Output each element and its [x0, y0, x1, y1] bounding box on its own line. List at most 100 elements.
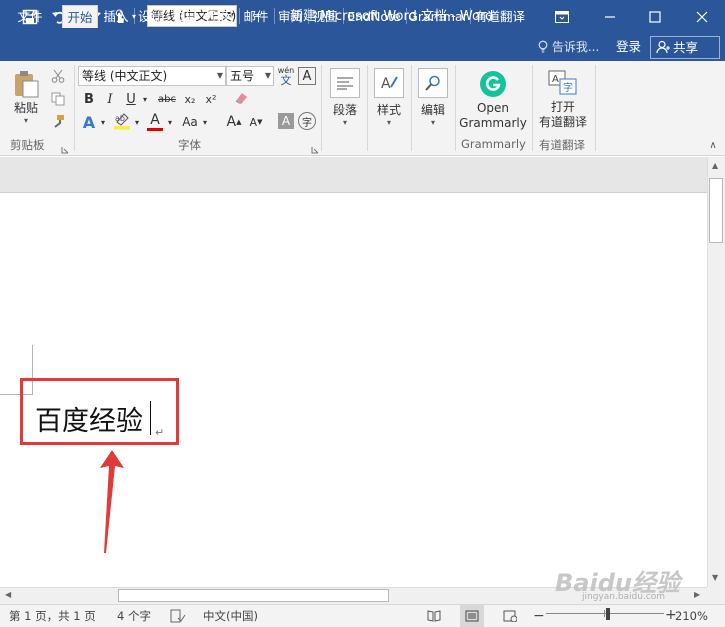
open-youdao-line1: 打开 — [550, 100, 575, 114]
character-border-button[interactable]: A — [298, 67, 316, 85]
chevron-down-icon: ▾ — [23, 116, 28, 125]
ribbon-display-options-icon[interactable] — [540, 0, 584, 33]
tab-grammarly[interactable]: Grammar — [407, 5, 469, 28]
tab-view[interactable]: 视图 — [309, 5, 341, 28]
vertical-scroll-thumb[interactable] — [709, 178, 723, 243]
open-youdao-line2: 有道翻译 — [538, 115, 587, 129]
tell-me-box[interactable]: 告诉我... — [538, 33, 599, 61]
zoom-slider-thumb[interactable] — [606, 608, 610, 620]
maximize-icon[interactable] — [633, 0, 677, 33]
zoom-slider-track[interactable] — [546, 613, 664, 614]
collapse-ribbon-icon[interactable]: ∧ — [706, 138, 720, 152]
font-color-button[interactable]: A — [145, 109, 165, 133]
font-dialog-launcher-icon[interactable] — [311, 143, 319, 154]
sign-in-link[interactable]: 登录 — [616, 33, 641, 61]
scroll-right-icon[interactable]: ▶ — [694, 591, 700, 599]
font-name-combo[interactable]: 等线 (中文正文) ▼ — [78, 66, 226, 86]
lightbulb-icon — [538, 40, 548, 53]
text-effects-letter: A — [82, 112, 96, 132]
paste-button[interactable]: 粘贴 ▾ — [10, 67, 42, 127]
superscript-button[interactable]: x² — [202, 90, 220, 108]
tab-insert[interactable]: 插入 — [100, 5, 132, 28]
character-shading-button[interactable]: A — [278, 113, 294, 129]
grammarly-icon — [480, 70, 506, 97]
ruler-area — [0, 157, 707, 193]
tab-endnote[interactable]: EndNote — [344, 5, 404, 28]
styles-icon: A — [374, 67, 404, 98]
chevron-down-icon: ▼ — [216, 71, 223, 80]
paste-label: 粘贴 — [13, 101, 38, 115]
clipboard-dialog-launcher-icon[interactable] — [61, 143, 69, 154]
text-effects-button[interactable]: A — [80, 112, 98, 132]
clipboard-group-label: 剪贴板 — [10, 138, 45, 152]
scroll-up-icon[interactable]: ▲ — [712, 162, 718, 170]
svg-text:字: 字 — [563, 81, 573, 94]
scroll-down-icon[interactable]: ▼ — [712, 574, 718, 582]
text-effects-dropdown-icon[interactable]: ▾ — [98, 112, 108, 132]
proofing-icon[interactable] — [170, 605, 188, 627]
paragraph-icon — [330, 67, 360, 98]
font-size-combo[interactable]: 五号 ▼ — [226, 66, 274, 86]
enclose-characters-button[interactable]: 字 — [298, 112, 316, 130]
tab-layout[interactable]: 布局 — [169, 5, 201, 28]
copy-icon[interactable] — [50, 91, 66, 107]
shrink-font-button[interactable]: A ▼ — [246, 112, 266, 132]
zoom-out-button[interactable]: − — [533, 605, 545, 627]
tab-design[interactable]: 设计 — [135, 5, 166, 28]
horizontal-scroll-thumb[interactable] — [118, 589, 389, 602]
minimize-icon[interactable] — [588, 0, 632, 33]
font-color-letter: A — [150, 111, 160, 128]
chevron-down-icon: ▾ — [342, 117, 347, 127]
read-mode-icon[interactable] — [427, 605, 443, 627]
change-case-button[interactable]: Aa — [180, 112, 200, 132]
change-case-dropdown-icon[interactable]: ▾ — [200, 112, 210, 132]
print-layout-icon[interactable] — [460, 605, 484, 627]
language-indicator[interactable]: 中文(中国) — [203, 605, 258, 627]
open-youdao-button[interactable]: A字 打开 有道翻译 — [535, 67, 591, 133]
grow-font-button[interactable]: A ▲ — [224, 112, 244, 132]
group-divider — [532, 65, 533, 151]
web-layout-icon[interactable] — [503, 605, 519, 627]
bold-button[interactable]: B — [80, 90, 98, 108]
cut-icon[interactable] — [50, 68, 66, 84]
page-count[interactable]: 第 1 页，共 1 页 — [9, 605, 96, 627]
baidu-watermark-url: jingyan.baidu.com — [582, 592, 666, 602]
word-count[interactable]: 4 个字 — [117, 605, 151, 627]
open-grammarly-line1: Open — [476, 100, 510, 115]
group-divider — [367, 65, 368, 151]
group-divider — [595, 65, 596, 151]
tab-review[interactable]: 审阅 — [275, 5, 306, 28]
scroll-left-icon[interactable]: ◀ — [5, 591, 11, 599]
tab-file[interactable]: 文件 — [8, 5, 52, 28]
close-icon[interactable] — [680, 0, 724, 33]
clipboard-icon — [15, 71, 39, 98]
red-arrow-annotation — [100, 450, 124, 553]
tab-home[interactable]: 开始 — [62, 5, 98, 28]
underline-dropdown-icon[interactable]: ▾ — [140, 90, 150, 108]
font-color-dropdown-icon[interactable]: ▾ — [165, 112, 175, 132]
strikethrough-button[interactable]: abc — [155, 90, 179, 108]
styles-button[interactable]: A 样式 ▾ — [370, 66, 408, 128]
chevron-down-icon: ▾ — [386, 117, 391, 127]
phonetic-guide-button[interactable]: wén 文 — [276, 64, 296, 88]
italic-button[interactable]: I — [102, 90, 118, 108]
tab-mailings[interactable]: 邮件 — [240, 5, 272, 28]
tab-youdao[interactable]: 有道翻译 — [471, 5, 529, 28]
highlight-box — [20, 378, 179, 445]
subscript-button[interactable]: x₂ — [181, 90, 199, 108]
tab-references[interactable]: 引用 — [204, 5, 237, 28]
editing-button[interactable]: 编辑 ▾ — [414, 66, 452, 128]
share-button[interactable]: 共享 — [650, 36, 720, 59]
underline-button[interactable]: U — [122, 90, 140, 108]
styles-label: 样式 — [376, 102, 401, 117]
zoom-percent[interactable]: 210% — [675, 605, 708, 627]
open-grammarly-line2: Grammarly — [459, 115, 527, 130]
phonetic-guide-char: 文 — [280, 73, 292, 87]
open-grammarly-button[interactable]: Open Grammarly — [458, 67, 528, 133]
paragraph-button[interactable]: 段落 ▾ — [326, 66, 364, 128]
highlight-color-icon[interactable]: ab — [112, 111, 132, 131]
font-name-value: 等线 (中文正文) — [82, 69, 168, 83]
format-painter-icon[interactable] — [50, 113, 66, 129]
clear-formatting-icon[interactable] — [232, 89, 250, 107]
highlight-dropdown-icon[interactable]: ▾ — [132, 112, 142, 132]
